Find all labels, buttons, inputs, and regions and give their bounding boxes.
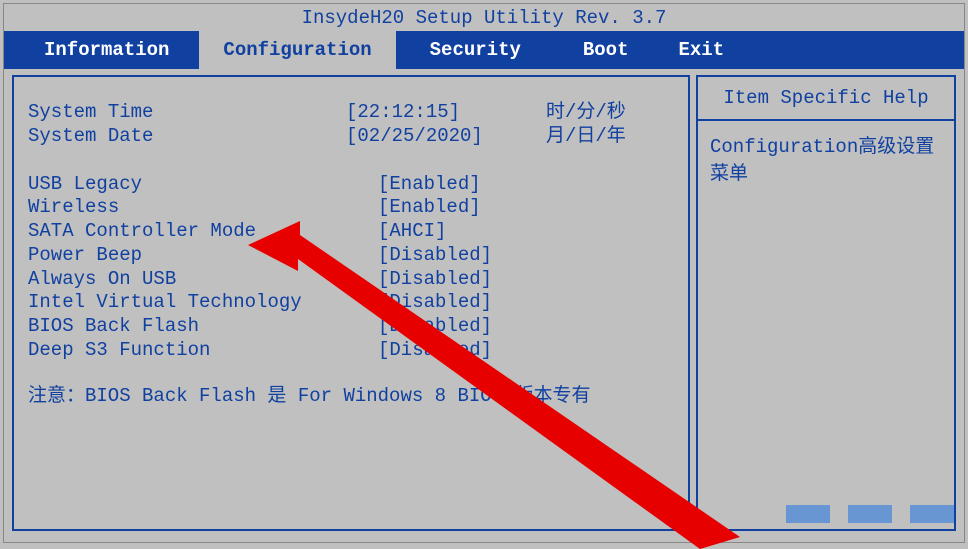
setting-always-on-usb[interactable]: Always On USB [Disabled] [28,268,674,292]
setting-bios-back-flash[interactable]: BIOS Back Flash [Disabled] [28,315,674,339]
system-date-value[interactable]: [02/25/2020] [346,125,546,149]
tab-exit[interactable]: Exit [656,31,746,69]
system-time-label: System Time [28,101,346,125]
setting-deep-s3-function[interactable]: Deep S3 Function [Disabled] [28,339,674,363]
setting-intel-virtual-technology[interactable]: Intel Virtual Technology [Disabled] [28,291,674,315]
note-text: 注意：BIOS Back Flash 是 For Windows 8 BIOS … [28,385,674,409]
setting-wireless[interactable]: Wireless [Enabled] [28,196,674,220]
page-title: InsydeH20 Setup Utility Rev. 3.7 [4,4,964,31]
setting-label: Deep S3 Function [28,339,378,363]
setting-usb-legacy[interactable]: USB Legacy [Enabled] [28,173,674,197]
setting-label: USB Legacy [28,173,378,197]
tab-information[interactable]: Information [14,31,199,69]
system-time-value[interactable]: [22:12:15] [346,101,546,125]
setting-value[interactable]: [AHCI] [378,220,578,244]
system-time-row[interactable]: System Time [22:12:15] 时/分/秒 [28,101,674,125]
tab-configuration[interactable]: Configuration [199,31,395,69]
setting-label: BIOS Back Flash [28,315,378,339]
watermark [786,505,954,523]
help-body: Configuration高级设置菜单 [698,121,954,195]
setting-label: Wireless [28,196,378,220]
help-header: Item Specific Help [698,77,954,121]
setting-value[interactable]: [Disabled] [378,244,578,268]
setting-power-beep[interactable]: Power Beep [Disabled] [28,244,674,268]
setting-value[interactable]: [Disabled] [378,291,578,315]
setting-label: SATA Controller Mode [28,220,378,244]
system-date-label: System Date [28,125,346,149]
main-panel: System Time [22:12:15] 时/分/秒 System Date… [12,75,690,531]
tab-boot[interactable]: Boot [555,31,657,69]
setting-sata-controller-mode[interactable]: SATA Controller Mode [AHCI] [28,220,674,244]
tab-security[interactable]: Security [396,31,555,69]
system-date-suffix: 月/日/年 [546,125,674,149]
setting-label: Power Beep [28,244,378,268]
system-date-row[interactable]: System Date [02/25/2020] 月/日/年 [28,125,674,149]
setting-value[interactable]: [Enabled] [378,173,578,197]
setting-value[interactable]: [Enabled] [378,196,578,220]
system-time-suffix: 时/分/秒 [546,101,674,125]
tab-bar: Information Configuration Security Boot … [4,31,964,69]
help-panel: Item Specific Help Configuration高级设置菜单 [696,75,956,531]
setting-value[interactable]: [Disabled] [378,268,578,292]
setting-value[interactable]: [Disabled] [378,315,578,339]
setting-label: Always On USB [28,268,378,292]
setting-value[interactable]: [Disabled] [378,339,578,363]
setting-label: Intel Virtual Technology [28,291,378,315]
